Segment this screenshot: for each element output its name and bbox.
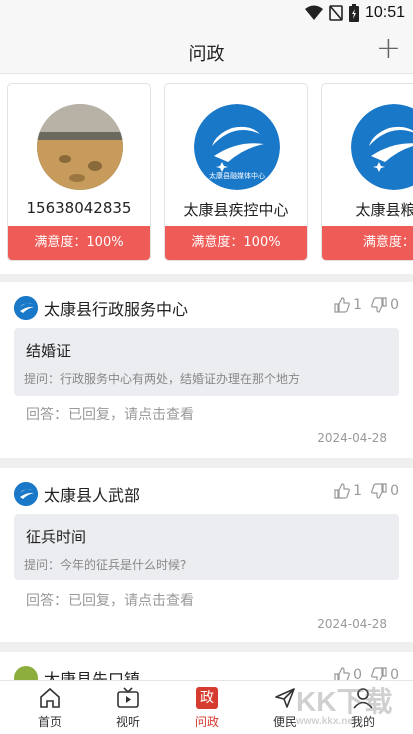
tab-label: 问政 bbox=[194, 715, 219, 729]
dislike-button[interactable]: 0 bbox=[370, 482, 399, 500]
department-name: 太康县先口镇 bbox=[44, 670, 141, 680]
answer-status[interactable]: 回答：已回复，请点击查看 bbox=[26, 590, 194, 610]
department-logo-icon bbox=[14, 666, 38, 680]
like-button[interactable]: 1 bbox=[333, 296, 362, 314]
question-box[interactable]: 征兵时间 提问：今年的征兵是什么时候? bbox=[14, 514, 399, 580]
card-name: 15638042835 bbox=[26, 199, 132, 217]
dislike-count: 0 bbox=[390, 297, 399, 313]
thumbs-down-icon bbox=[371, 297, 387, 313]
question-title: 征兵时间 bbox=[26, 528, 87, 546]
status-icons: 10:51 bbox=[304, 4, 405, 22]
vote-group: 1 0 bbox=[333, 296, 399, 314]
satisfaction-bar: 满意度：100% bbox=[165, 226, 307, 260]
question-header: 太康县行政服务中心 1 0 bbox=[14, 294, 399, 320]
dislike-count: 0 bbox=[390, 667, 399, 680]
department-name: 太康县人武部 bbox=[44, 486, 141, 505]
send-icon bbox=[275, 688, 295, 708]
no-sim-icon bbox=[329, 5, 343, 21]
watermark-text: KK下载 bbox=[296, 686, 393, 717]
tab-video[interactable]: 视听 bbox=[96, 685, 160, 734]
satisfaction-bar: 满意度：100% bbox=[8, 226, 150, 260]
like-count: 1 bbox=[353, 297, 363, 313]
page-title: 问政 bbox=[188, 44, 225, 65]
clock: 10:51 bbox=[364, 4, 405, 21]
like-count: 1 bbox=[353, 483, 363, 499]
thumbs-down-icon bbox=[371, 483, 387, 499]
header: 问政 + bbox=[0, 30, 413, 74]
thumbs-down-icon bbox=[371, 667, 387, 680]
dislike-count: 0 bbox=[390, 483, 399, 499]
department-name: 太康县行政服务中心 bbox=[44, 300, 189, 319]
tab-label: 首页 bbox=[37, 715, 62, 729]
like-button[interactable]: 0 bbox=[333, 666, 362, 680]
department-card[interactable]: 太康县粮食 满意度：1 bbox=[321, 83, 413, 261]
department-card[interactable]: 太康县融媒体中心 太康县疾控中心 满意度：100% bbox=[164, 83, 308, 261]
thumbs-up-icon bbox=[334, 297, 351, 313]
status-bar: 10:51 bbox=[0, 0, 413, 30]
like-count: 0 bbox=[353, 667, 363, 680]
question-item[interactable]: 太康县先口镇 0 0 bbox=[0, 652, 413, 680]
question-header: 太康县人武部 1 0 bbox=[14, 480, 399, 506]
question-header: 太康县先口镇 0 0 bbox=[14, 664, 399, 680]
watermark: KK下载 www.kkx.net bbox=[296, 680, 392, 727]
wifi-icon bbox=[304, 5, 323, 20]
question-date: 2024-04-28 bbox=[317, 617, 387, 631]
department-card[interactable]: 15638042835 满意度：100% bbox=[7, 83, 151, 261]
watermark-url: www.kkx.net bbox=[296, 716, 357, 727]
vote-group: 0 0 bbox=[333, 666, 399, 680]
question-item[interactable]: 太康县人武部 1 0 征兵时间 提问：今年的征兵是什么时候? 回答：已回复，请点… bbox=[0, 468, 413, 642]
tab-home[interactable]: 首页 bbox=[18, 685, 82, 734]
media-center-logo: 太康县融媒体中心 bbox=[194, 104, 280, 190]
dislike-button[interactable]: 0 bbox=[370, 666, 399, 680]
department-cards[interactable]: 15638042835 满意度：100% 太康县融媒体中心 太康县疾控中心 满意… bbox=[0, 74, 413, 274]
department-logo-icon bbox=[14, 296, 38, 320]
dislike-button[interactable]: 0 bbox=[370, 296, 399, 314]
tab-wenzheng[interactable]: 政 问政 bbox=[175, 685, 239, 734]
tv-icon bbox=[117, 687, 139, 708]
department-logo-icon bbox=[14, 482, 38, 506]
answer-status[interactable]: 回答：已回复，请点击查看 bbox=[26, 404, 194, 424]
question-text: 提问：今年的征兵是什么时候? bbox=[24, 558, 187, 572]
svg-text:太康县融媒体中心: 太康县融媒体中心 bbox=[209, 171, 265, 180]
like-button[interactable]: 1 bbox=[333, 482, 362, 500]
zheng-icon: 政 bbox=[196, 687, 218, 709]
question-box[interactable]: 结婚证 提问：行政服务中心有两处，结婚证办理在那个地方 bbox=[14, 328, 399, 396]
card-name: 太康县粮食 bbox=[355, 201, 413, 219]
avatar bbox=[37, 104, 123, 190]
vote-group: 1 0 bbox=[333, 482, 399, 500]
question-title: 结婚证 bbox=[26, 342, 72, 360]
plus-icon[interactable]: + bbox=[376, 34, 401, 64]
home-icon bbox=[40, 687, 60, 708]
tab-label: 视听 bbox=[115, 715, 140, 729]
thumbs-up-icon bbox=[334, 667, 351, 680]
thumbs-up-icon bbox=[334, 483, 351, 499]
media-center-logo bbox=[351, 104, 413, 190]
question-item[interactable]: 太康县行政服务中心 1 0 结婚证 提问：行政服务中心有两处，结婚证办理在那个地… bbox=[0, 282, 413, 458]
satisfaction-bar: 满意度：1 bbox=[322, 226, 413, 260]
question-text: 提问：行政服务中心有两处，结婚证办理在那个地方 bbox=[24, 372, 301, 386]
question-date: 2024-04-28 bbox=[317, 431, 387, 445]
battery-icon bbox=[348, 4, 359, 22]
card-name: 太康县疾控中心 bbox=[183, 201, 289, 219]
